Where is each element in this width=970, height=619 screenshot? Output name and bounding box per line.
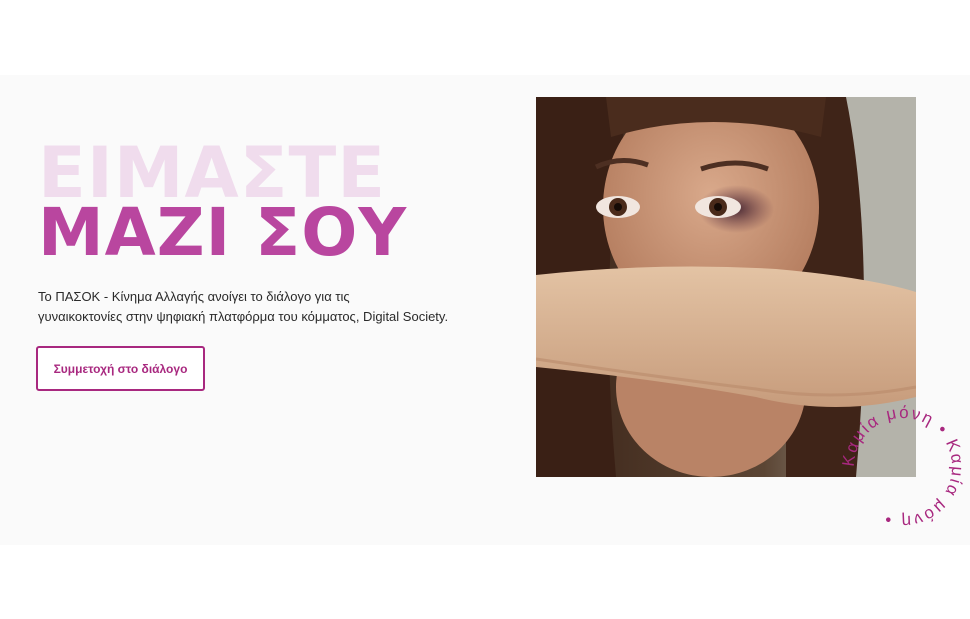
intro-text: Το ΠΑΣΟΚ - Κίνημα Αλλαγής ανοίγει το διά…	[38, 287, 498, 327]
join-dialogue-button[interactable]: Συμμετοχή στο διάλογο	[36, 346, 205, 391]
campaign-badge: Καμία μόνη • Καμία μόνη •	[836, 400, 970, 534]
headline-line2: ΜΑΖΙ ΣΟΥ	[38, 194, 408, 271]
intro-line1: Το ΠΑΣΟΚ - Κίνημα Αλλαγής ανοίγει το διά…	[38, 289, 350, 304]
svg-text:Καμία μόνη • Καμία μόνη •: Καμία μόνη • Καμία μόνη •	[839, 403, 968, 531]
intro-line2: γυναικοκτονίες στην ψηφιακή πλατφόρμα το…	[38, 309, 449, 324]
badge-text: Καμία μόνη • Καμία μόνη •	[839, 403, 966, 531]
